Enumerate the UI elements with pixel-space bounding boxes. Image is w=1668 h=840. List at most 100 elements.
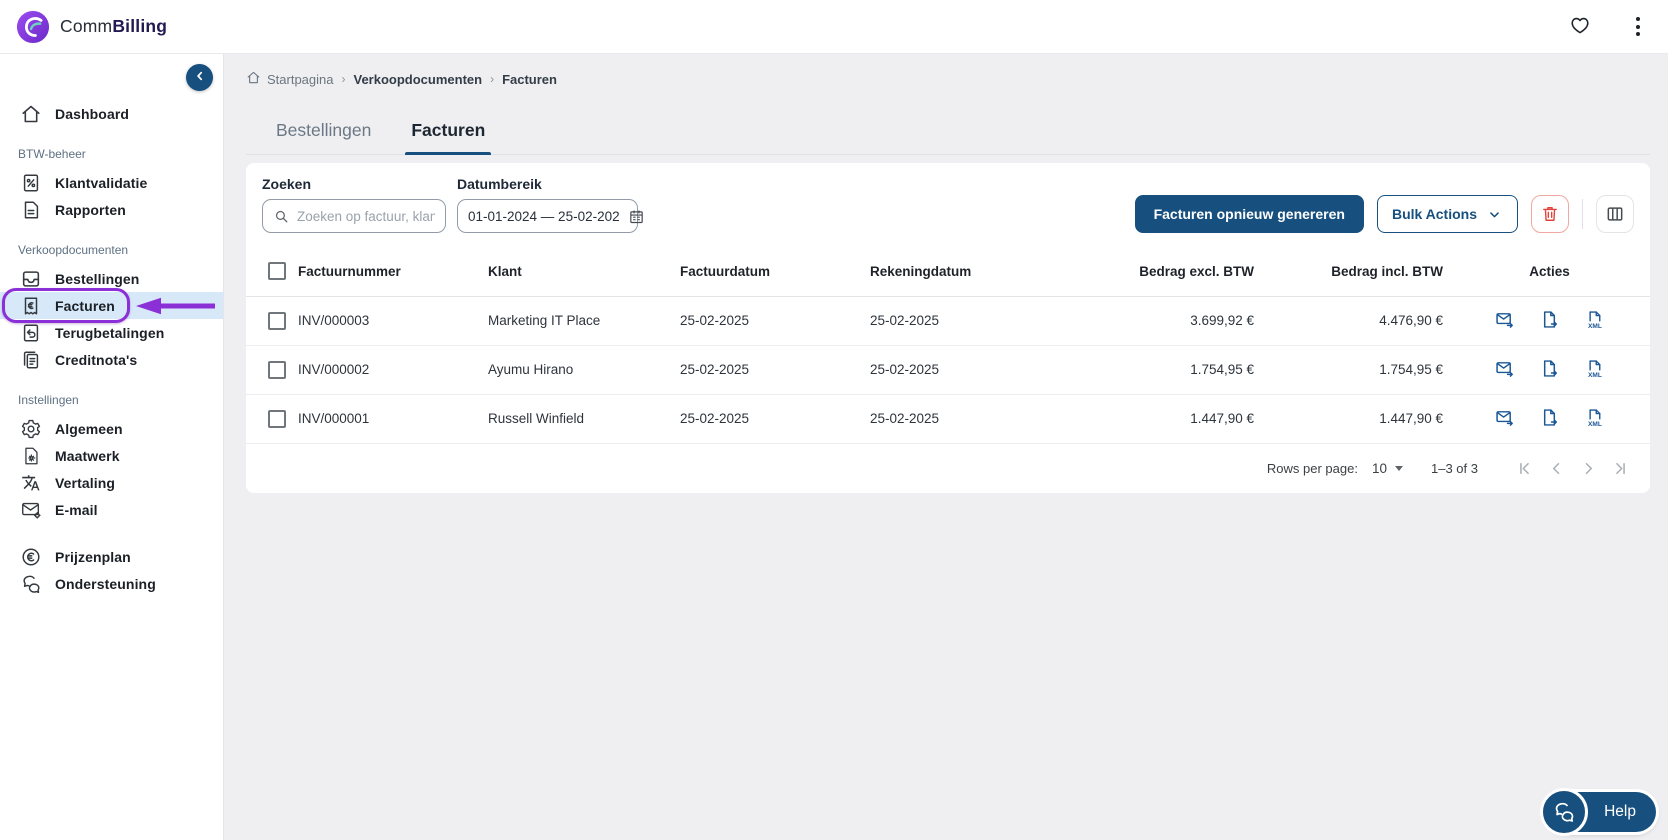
cell-factuurdatum: 25-02-2025 [680,296,870,345]
svg-text:XML: XML [1588,420,1602,427]
export-invoice-button[interactable] [1537,307,1562,335]
download-xml-button[interactable]: XML [1582,405,1607,433]
sidebar-section-heading-verkoopdocumenten: Verkoopdocumenten [0,243,223,257]
row-checkbox[interactable] [268,410,286,428]
sidebar-item-label: Prijzenplan [55,549,131,565]
doc-gear-icon [20,445,42,467]
sidebar-item-klantvalidatie[interactable]: Klantvalidatie [0,169,223,196]
cell-rekeningdatum: 25-02-2025 [870,345,1062,394]
previous-page-button[interactable] [1540,452,1572,484]
favorites-button[interactable] [1564,11,1596,43]
sidebar-item-maatwerk[interactable]: Maatwerk [0,442,223,469]
column-header-rekeningdatum[interactable]: Rekeningdatum [870,247,1062,296]
sidebar-item-creditnota-s[interactable]: Creditnota's [0,346,223,373]
sidebar-item-facturen[interactable]: Facturen [0,292,223,319]
tab-facturen[interactable]: Facturen [409,114,487,154]
cell-rekeningdatum: 25-02-2025 [870,394,1062,443]
report-doc-icon [20,199,42,221]
main-content: Startpagina › Verkoopdocumenten › Factur… [224,54,1668,840]
cell-factuurnummer: INV/000002 [298,345,488,394]
first-page-button[interactable] [1508,452,1540,484]
help-chat-icon [1540,788,1588,836]
download-xml-button[interactable]: XML [1582,307,1607,335]
select-all-checkbox[interactable] [268,262,286,280]
toolbar: Facturen opnieuw genereren Bulk Actions [1135,195,1634,233]
sidebar-item-rapporten[interactable]: Rapporten [0,196,223,223]
cell-bedrag-incl: 1.754,95 € [1260,345,1449,394]
sidebar-item-label: E-mail [55,502,98,518]
column-header-klant[interactable]: Klant [488,247,680,296]
sidebar-collapse-button[interactable] [186,64,213,91]
cell-factuurdatum: 25-02-2025 [680,394,870,443]
last-page-icon [1611,459,1630,478]
download-xml-icon: XML [1584,309,1605,333]
cell-factuurnummer: INV/000001 [298,394,488,443]
row-actions: XML [1449,356,1650,384]
svg-text:XML: XML [1588,322,1602,329]
tab-bestellingen[interactable]: Bestellingen [274,114,373,154]
sidebar-item-label: Bestellingen [55,271,139,287]
sidebar-item-e-mail[interactable]: E-mail [0,496,223,523]
date-range-input[interactable]: 01-01-2024 — 25-02-202 [457,199,638,233]
send-invoice-email-button[interactable] [1492,405,1517,433]
sidebar-item-bestellingen[interactable]: Bestellingen [0,265,223,292]
table-row: INV/000003Marketing IT Place25-02-202525… [246,296,1650,345]
sidebar-item-vertaling[interactable]: Vertaling [0,469,223,496]
sidebar-group: Instellingen Algemeen Maatwerk Vertaling E-m… [0,393,223,523]
bulk-actions-button[interactable]: Bulk Actions [1377,195,1518,233]
rows-per-page-select[interactable]: 10 [1372,461,1403,476]
breadcrumb-label: Startpagina [267,72,334,87]
breadcrumb-verkoopdocumenten[interactable]: Verkoopdocumenten [354,72,483,87]
sidebar-item-label: Terugbetalingen [55,325,164,341]
search-input[interactable] [297,209,435,224]
sidebar-item-prijzenplan[interactable]: Prijzenplan [0,543,223,570]
overflow-menu-button[interactable] [1622,11,1654,43]
chevron-left-icon [192,68,208,87]
send-invoice-email-button[interactable] [1492,356,1517,384]
export-invoice-button[interactable] [1537,356,1562,384]
brand-logo[interactable]: CommBilling [16,10,167,44]
regenerate-invoices-button[interactable]: Facturen opnieuw genereren [1135,195,1364,233]
sidebar-item-label: Dashboard [55,106,129,122]
sidebar-item-label: Maatwerk [55,448,120,464]
breadcrumb-home[interactable]: Startpagina [246,70,334,88]
column-settings-button[interactable] [1596,195,1634,233]
breadcrumb-separator-icon: › [490,72,494,86]
sidebar-section-heading-instellingen: Instellingen [0,393,223,407]
sidebar-item-terugbetalingen[interactable]: Terugbetalingen [0,319,223,346]
row-checkbox[interactable] [268,312,286,330]
date-range-label: Datumbereik [457,176,638,192]
cell-bedrag-excl: 1.447,90 € [1062,394,1260,443]
delete-selected-button[interactable] [1531,195,1569,233]
row-actions: XML [1449,307,1650,335]
invoices-table: Factuurnummer Klant Factuurdatum Rekenin… [246,247,1650,444]
export-invoice-icon [1539,407,1560,431]
translate-icon [20,472,42,494]
sidebar-item-ondersteuning[interactable]: Ondersteuning [0,570,223,597]
row-actions: XML [1449,405,1650,433]
heart-icon [1569,14,1591,39]
download-xml-button[interactable]: XML [1582,356,1607,384]
row-checkbox[interactable] [268,361,286,379]
help-button[interactable]: Help [1546,792,1656,832]
sidebar-item-algemeen[interactable]: Algemeen [0,415,223,442]
date-range-value: 01-01-2024 — 25-02-202 [468,209,620,224]
next-page-button[interactable] [1572,452,1604,484]
sidebar-section-heading-btw-beheer: BTW-beheer [0,147,223,161]
column-header-factuurnummer[interactable]: Factuurnummer [298,247,488,296]
column-header-bedrag-excl[interactable]: Bedrag excl. BTW [1062,247,1260,296]
export-invoice-icon [1539,309,1560,333]
column-header-factuurdatum[interactable]: Factuurdatum [680,247,870,296]
sidebar-item-dashboard[interactable]: Dashboard [0,100,223,127]
send-invoice-email-button[interactable] [1492,307,1517,335]
cell-factuurnummer: INV/000003 [298,296,488,345]
topbar: CommBilling [0,0,1668,54]
support-chat-icon [20,573,42,595]
table-row: INV/000002Ayumu Hirano25-02-202525-02-20… [246,345,1650,394]
last-page-button[interactable] [1604,452,1636,484]
sidebar-group: Prijzenplan Ondersteuning [0,543,223,597]
export-invoice-button[interactable] [1537,405,1562,433]
sidebar-item-label: Vertaling [55,475,115,491]
home-icon [246,70,261,88]
column-header-bedrag-incl[interactable]: Bedrag incl. BTW [1260,247,1449,296]
